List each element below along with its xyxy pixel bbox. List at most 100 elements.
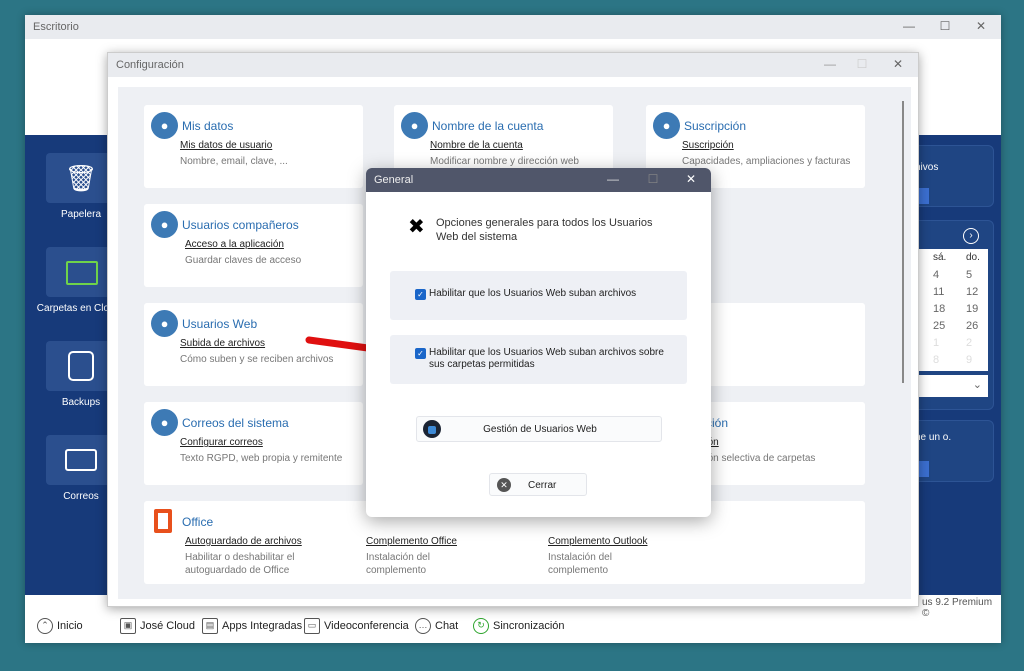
tools-icon: ✖	[408, 216, 425, 238]
button-label: Cerrar	[528, 480, 557, 491]
right-card-3: ne un o.	[910, 420, 994, 482]
minimize-button[interactable]: —	[603, 172, 623, 186]
calendar-grid: sá. do. 4 5 11 12 18 19 25 26 1 2 8 9	[911, 249, 988, 371]
close-button[interactable]: ✕	[971, 19, 991, 33]
taskbar-item[interactable]: ↻ Sincronización	[473, 618, 565, 634]
close-button[interactable]: ✕	[681, 172, 701, 186]
option-upload: ✓ Habilitar que los Usuarios Web suban a…	[390, 271, 687, 320]
taskbar-label: Videoconferencia	[324, 620, 409, 632]
card-link[interactable]: Suscripción	[682, 140, 734, 151]
card-description: Nombre, email, clave, ...	[180, 156, 288, 167]
calendar-day[interactable]: 25	[933, 320, 945, 332]
chevron-up-circle-icon: ⌃	[37, 618, 53, 634]
users-icon: ●	[151, 211, 178, 238]
button-label: Gestión de Usuarios Web	[483, 424, 597, 435]
calendar-day[interactable]: 5	[966, 269, 972, 281]
card-title: Nombre de la cuenta	[432, 119, 544, 133]
card-title: Office	[182, 515, 214, 529]
taskbar-item[interactable]: … Chat	[415, 618, 458, 634]
sidebar-item-correos[interactable]	[46, 435, 116, 485]
calendar-day[interactable]: 19	[966, 303, 978, 315]
office-icon	[154, 509, 172, 533]
card-link[interactable]: Nombre de la cuenta	[430, 140, 523, 151]
user-icon: ●	[151, 112, 178, 139]
close-dialog-button[interactable]: ✕ Cerrar	[489, 473, 587, 496]
calendar-select[interactable]: ⌄	[911, 375, 988, 397]
calendar-day[interactable]: 26	[966, 320, 978, 332]
card: ● Correos del sistema Configurar correos …	[144, 402, 363, 485]
card: ● Mis datos Mis datos de usuario Nombre, …	[144, 105, 363, 188]
user-icon: ●	[151, 310, 178, 337]
sync-icon: ↻	[473, 618, 489, 634]
calendar-day[interactable]: 2	[966, 337, 972, 349]
right-card-1: hivos	[910, 145, 994, 207]
minimize-button[interactable]: —	[820, 57, 840, 71]
office-link[interactable]: Complemento Outlook	[548, 536, 648, 547]
calendar-day[interactable]: 18	[933, 303, 945, 315]
office-link[interactable]: Autoguardado de archivos	[185, 536, 302, 547]
calendar-header: sá.	[933, 252, 947, 263]
calendar-day[interactable]: 11	[933, 286, 944, 298]
card-title: Usuarios Web	[182, 317, 258, 331]
taskbar-item[interactable]: ▣ José Cloud	[120, 618, 195, 634]
calendar-day[interactable]: 12	[966, 286, 978, 298]
video-icon: ▭	[304, 618, 320, 634]
card-description: Guardar claves de acceso	[185, 255, 302, 266]
taskbar-label: Apps Integradas	[222, 620, 303, 632]
user-card-icon: ▣	[120, 618, 136, 634]
general-dialog: General — ☐ ✕ ✖ Opciones generales para …	[366, 168, 711, 517]
manage-web-users-button[interactable]: Gestión de Usuarios Web	[416, 416, 662, 442]
office-description: Habilitar o deshabilitar el autoguardado…	[185, 552, 295, 576]
config-title: Configuración	[108, 53, 918, 77]
calendar-day[interactable]: 8	[933, 354, 939, 366]
mail-icon	[65, 449, 97, 471]
card-link[interactable]: Acceso a la aplicación	[185, 239, 284, 250]
option-label: Habilitar que los Usuarios Web suban arc…	[429, 288, 637, 299]
next-month-icon[interactable]: ›	[963, 228, 979, 244]
calendar-header: do.	[966, 252, 980, 263]
maximize-button[interactable]: ☐	[852, 57, 872, 71]
taskbar-item[interactable]: ⌃ Inicio	[37, 618, 83, 634]
taskbar-label: Sincronización	[493, 620, 565, 632]
globe-icon: ●	[401, 112, 428, 139]
card-title: Suscripción	[684, 119, 747, 133]
maximize-button[interactable]: ☐	[643, 172, 663, 186]
close-button[interactable]: ✕	[888, 57, 908, 71]
card-title: Usuarios compañeros	[182, 218, 299, 232]
calendar-day[interactable]: 4	[933, 269, 939, 281]
checkbox-upload[interactable]: ✓	[415, 289, 426, 300]
scrollbar[interactable]	[902, 101, 904, 383]
card-link[interactable]: Mis datos de usuario	[180, 140, 272, 151]
card: ● Usuarios compañeros Acceso a la aplicac…	[144, 204, 363, 287]
office-description: Instalación del complemento	[366, 552, 430, 576]
taskbar-label: Chat	[435, 620, 459, 632]
calendar-day[interactable]: 9	[966, 354, 972, 366]
card-link[interactable]: Configurar correos	[180, 437, 263, 448]
maximize-button[interactable]: ☐	[935, 19, 955, 33]
card-link[interactable]: Subida de archivos	[180, 338, 265, 349]
sidebar-item-papelera[interactable]: 🗑	[46, 153, 116, 203]
card-description: Texto RGPD, web propia y remitente	[180, 453, 343, 464]
window-icon: ▤	[202, 618, 218, 634]
option-label: Habilitar que los Usuarios Web suban arc…	[429, 347, 664, 370]
calendar-day[interactable]: 1	[933, 337, 939, 349]
card-title: Mis datos	[182, 119, 234, 133]
checkbox-upload-folders[interactable]: ✓	[415, 348, 426, 359]
sidebar-item-carpetas[interactable]	[46, 247, 116, 297]
card-text: ne un o.	[915, 432, 952, 443]
window-title: Escritorio	[25, 15, 1001, 39]
sidebar-item-backups[interactable]	[46, 341, 116, 391]
taskbar-item[interactable]: ▭ Videoconferencia	[304, 618, 409, 634]
option-upload-folders: ✓ Habilitar que los Usuarios Web suban a…	[390, 335, 687, 384]
mail-icon: ●	[151, 409, 178, 436]
taskbar-label: José Cloud	[140, 620, 196, 632]
minimize-button[interactable]: —	[899, 19, 919, 33]
office-link[interactable]: Complemento Office	[366, 536, 457, 547]
subscription-icon: ●	[653, 112, 680, 139]
version-label: us 9.2 Premium ©	[922, 597, 993, 619]
card-description: Capacidades, ampliaciones y facturas	[682, 156, 851, 167]
taskbar-item[interactable]: ▤ Apps Integradas	[202, 618, 302, 634]
calendar-card: › sá. do. 4 5 11 12 18 19 25 26 1 2 8 9 ⌄	[910, 220, 994, 410]
chat-icon: …	[415, 618, 431, 634]
dialog-heading: Opciones generales para todos los Usuari…	[436, 217, 653, 243]
